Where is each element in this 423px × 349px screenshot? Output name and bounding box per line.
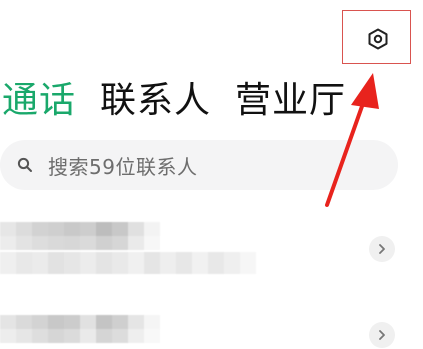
contact-list-item[interactable]	[0, 305, 423, 349]
contact-name-redacted	[0, 222, 160, 250]
contact-detail-redacted	[0, 252, 256, 274]
tab-bar: 通话 联系人 营业厅	[0, 76, 370, 126]
chevron-right-icon	[369, 236, 395, 262]
contact-list-item[interactable]	[0, 222, 423, 282]
search-icon	[16, 156, 34, 174]
tab-calls[interactable]: 通话	[2, 76, 76, 126]
contact-name-redacted	[0, 315, 160, 343]
search-bar[interactable]: 搜索59位联系人	[0, 140, 398, 190]
tab-service-hall[interactable]: 营业厅	[235, 76, 346, 126]
settings-button[interactable]	[361, 22, 395, 56]
chevron-right-icon	[369, 322, 395, 348]
search-placeholder: 搜索59位联系人	[48, 154, 198, 179]
tab-contacts[interactable]: 联系人	[100, 76, 211, 126]
settings-icon	[368, 28, 388, 50]
phone-call-screen: 通话 联系人 营业厅 搜索59位联系人	[0, 0, 423, 349]
